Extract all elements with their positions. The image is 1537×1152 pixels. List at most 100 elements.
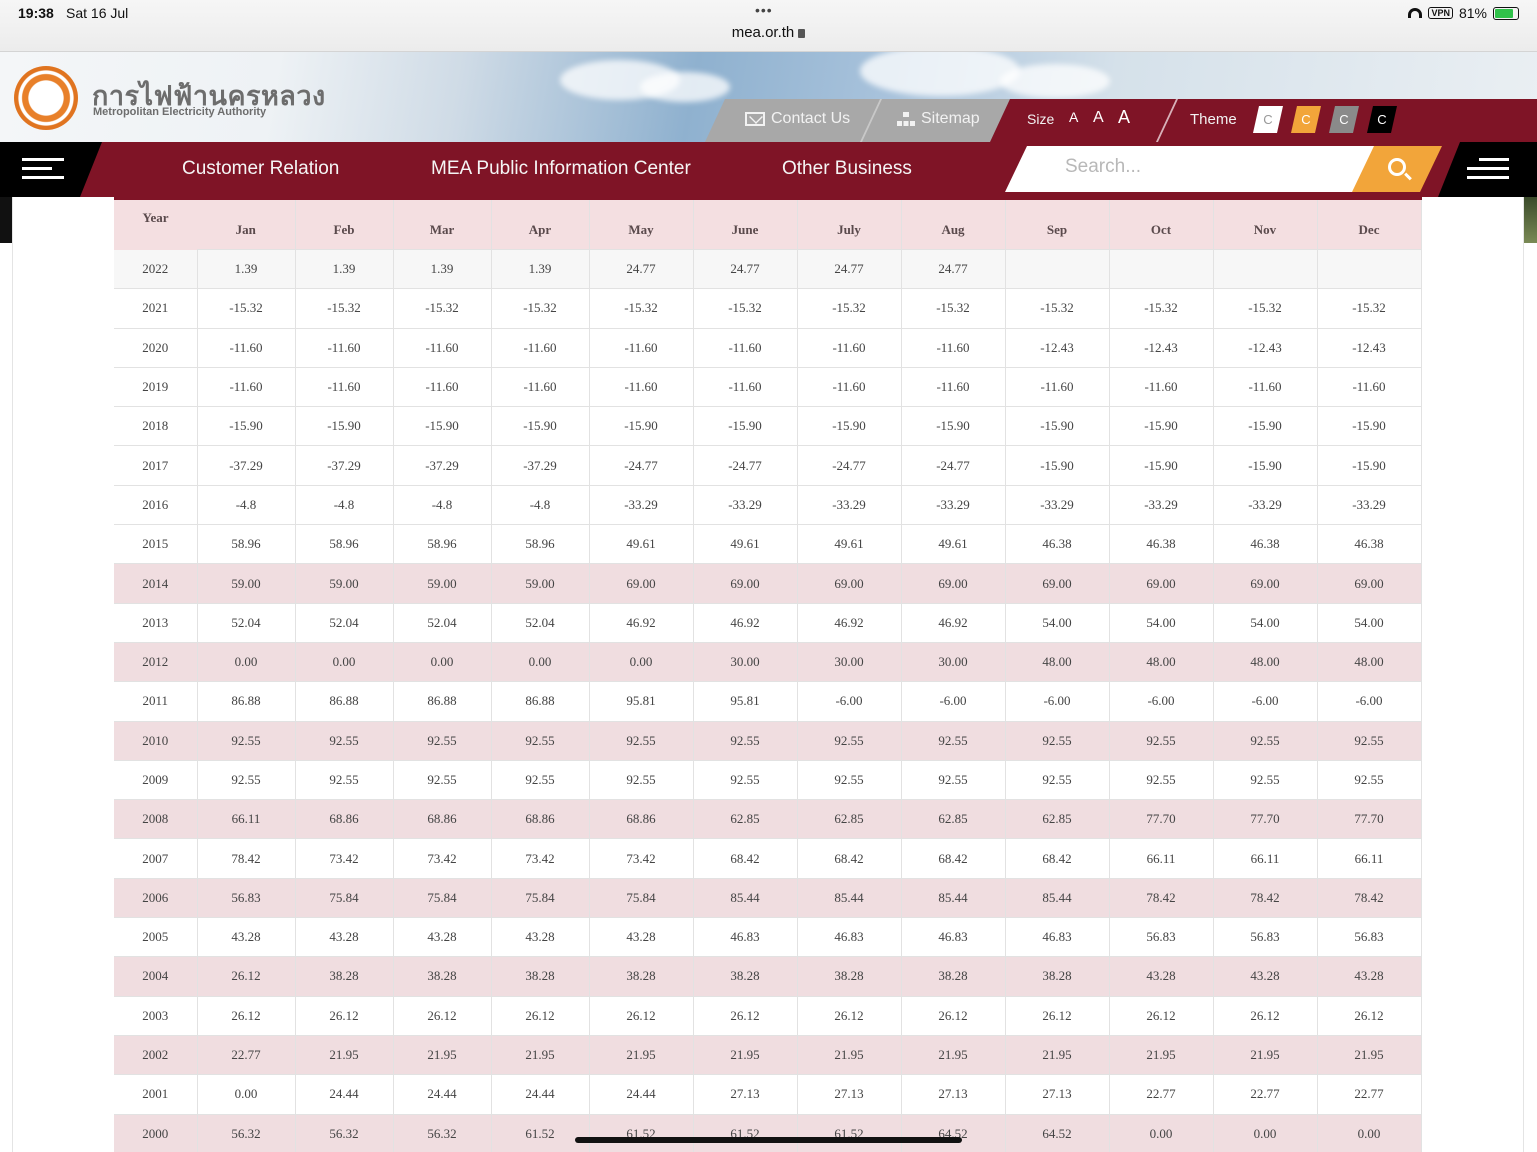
ft-value-cell: 38.28: [797, 956, 902, 997]
ft-value-cell: -33.29: [1213, 485, 1318, 526]
table-row: 2010 92.55 92.55 92.55 92.55 92.55 92.55 92.55 9…: [114, 721, 1422, 761]
ft-value-cell: 68.86: [295, 799, 394, 840]
ft-value-cell: 30.00: [901, 642, 1006, 683]
ft-value-cell: 52.04: [393, 603, 492, 643]
ft-value-cell: 92.55: [393, 721, 492, 761]
ft-value-cell: 92.55: [1005, 721, 1110, 761]
ft-value-cell: -15.32: [1005, 288, 1110, 329]
more-dots-icon[interactable]: •••: [755, 2, 773, 18]
ft-value-cell: 21.95: [295, 1035, 394, 1076]
ft-value-cell: 38.28: [589, 956, 694, 997]
table-row: 2018 -15.90 -15.90 -15.90 -15.90 -15.90 -15.90…: [114, 406, 1422, 447]
ft-value-cell: -33.29: [797, 485, 902, 526]
brand-english-name[interactable]: Metropolitan Electricity Authority: [93, 106, 266, 118]
ft-value-cell: 92.55: [693, 760, 798, 801]
search-input[interactable]: [1065, 156, 1345, 178]
year-cell: 2005: [114, 917, 198, 958]
battery-percentage: 81%: [1458, 5, 1487, 21]
ft-value-cell: 22.77: [1317, 1074, 1422, 1115]
ft-value-cell: 46.92: [589, 603, 694, 643]
ft-value-cell: 24.44: [589, 1074, 694, 1115]
ft-value-cell: 78.42: [197, 838, 296, 879]
address-bar[interactable]: mea.or.th: [0, 24, 1537, 41]
side-menu-icon[interactable]: [1467, 158, 1509, 180]
table-row: 2016 -4.8 -4.8 -4.8 -4.8 -33.29 -33.29 -33.29 -3…: [114, 485, 1422, 526]
ft-value-cell: -4.8: [197, 485, 296, 526]
ft-value-cell: 26.12: [393, 996, 492, 1036]
nav-item-customer-relation[interactable]: Customer Relation: [182, 158, 339, 180]
url-text: mea.or.th: [731, 24, 795, 41]
table-row: 2008 66.11 68.86 68.86 68.86 68.86 62.85 62.85 6…: [114, 799, 1422, 840]
ft-value-cell: 85.44: [797, 878, 902, 919]
ft-value-cell: -15.90: [1317, 445, 1422, 486]
ft-value-cell: -15.90: [797, 406, 902, 447]
ft-value-cell: 73.42: [393, 838, 492, 879]
ft-value-cell: 46.83: [1005, 917, 1110, 958]
ft-value-cell: 22.77: [197, 1035, 296, 1076]
year-cell: 2019: [114, 367, 198, 408]
ft-value-cell: 1.39: [491, 249, 590, 290]
ft-value-cell: -15.90: [393, 406, 492, 447]
month-column-header: July: [797, 197, 902, 250]
ft-value-cell: 24.77: [797, 249, 902, 290]
ft-value-cell: 21.95: [1005, 1035, 1110, 1076]
ft-value-cell: 78.42: [1317, 878, 1422, 919]
ft-value-cell: 92.55: [693, 721, 798, 761]
contact-us-link[interactable]: Contact Us: [745, 110, 850, 128]
table-row: 2013 52.04 52.04 52.04 52.04 46.92 46.92 46.92 4…: [114, 603, 1422, 643]
ft-value-cell: 92.55: [393, 760, 492, 801]
ft-value-cell: 95.81: [589, 681, 694, 722]
ft-value-cell: 92.55: [1109, 721, 1214, 761]
year-cell: 2015: [114, 524, 198, 565]
ft-value-cell: 0.00: [197, 642, 296, 683]
home-indicator[interactable]: [575, 1137, 962, 1143]
ft-value-cell: 69.00: [1317, 563, 1422, 604]
ft-value-cell: -15.90: [693, 406, 798, 447]
year-cell: 2004: [114, 956, 198, 997]
ft-value-cell: 86.88: [491, 681, 590, 722]
ft-value-cell: 92.55: [1109, 760, 1214, 801]
theme-label: Theme: [1190, 111, 1237, 128]
ft-value-cell: 43.28: [1317, 956, 1422, 997]
ft-value-cell: 75.84: [393, 878, 492, 919]
ft-value-cell: 24.44: [491, 1074, 590, 1115]
ft-value-cell: 86.88: [197, 681, 296, 722]
ft-value-cell: 0.00: [197, 1074, 296, 1115]
site-header: การไฟฟ้านครหลวง Metropolitan Electricity…: [0, 52, 1537, 142]
ft-value-cell: 38.28: [1005, 956, 1110, 997]
ft-value-cell: 48.00: [1213, 642, 1318, 683]
ft-value-cell: -11.60: [295, 328, 394, 368]
year-cell: 2001: [114, 1074, 198, 1115]
ft-value-cell: 26.12: [693, 996, 798, 1036]
vpn-badge: VPN: [1428, 7, 1453, 19]
font-size-small-button[interactable]: A: [1069, 109, 1078, 125]
font-size-large-button[interactable]: A: [1118, 107, 1130, 128]
lock-icon: [798, 29, 806, 38]
ft-value-cell: -15.90: [1005, 445, 1110, 486]
ft-value-cell: -11.60: [197, 328, 296, 368]
year-cell: 2018: [114, 406, 198, 447]
ft-value-cell: -15.32: [901, 288, 1006, 329]
contact-us-label: Contact Us: [771, 110, 851, 127]
ft-value-cell: 54.00: [1317, 603, 1422, 643]
ft-value-cell: 30.00: [797, 642, 902, 683]
month-column-header: Feb: [295, 197, 394, 250]
ft-value-cell: 26.12: [1213, 996, 1318, 1036]
sitemap-label: Sitemap: [921, 110, 980, 127]
ft-value-cell: 59.00: [393, 563, 492, 604]
sitemap-link[interactable]: Sitemap: [897, 110, 980, 128]
ft-value-cell: -11.60: [797, 367, 902, 408]
ft-value-cell: [1213, 249, 1318, 290]
ft-value-cell: -37.29: [393, 445, 492, 486]
nav-item-other-business[interactable]: Other Business: [782, 158, 912, 180]
menu-icon[interactable]: [22, 158, 64, 180]
nav-item-public-information-center[interactable]: MEA Public Information Center: [431, 158, 691, 180]
status-bar: 19:38 Sat 16 Jul ••• mea.or.th VPN 81%: [0, 0, 1537, 52]
ft-value-cell: -11.60: [1317, 367, 1422, 408]
mea-logo-icon[interactable]: [14, 66, 78, 130]
ft-value-cell: -15.32: [491, 288, 590, 329]
table-header-row: Year Jan Feb Mar Apr May June July Aug Sep Oct Nov D…: [114, 197, 1422, 250]
font-size-medium-button[interactable]: A: [1093, 109, 1104, 127]
ft-value-cell: 92.55: [295, 760, 394, 801]
battery-fill: [1495, 8, 1513, 18]
